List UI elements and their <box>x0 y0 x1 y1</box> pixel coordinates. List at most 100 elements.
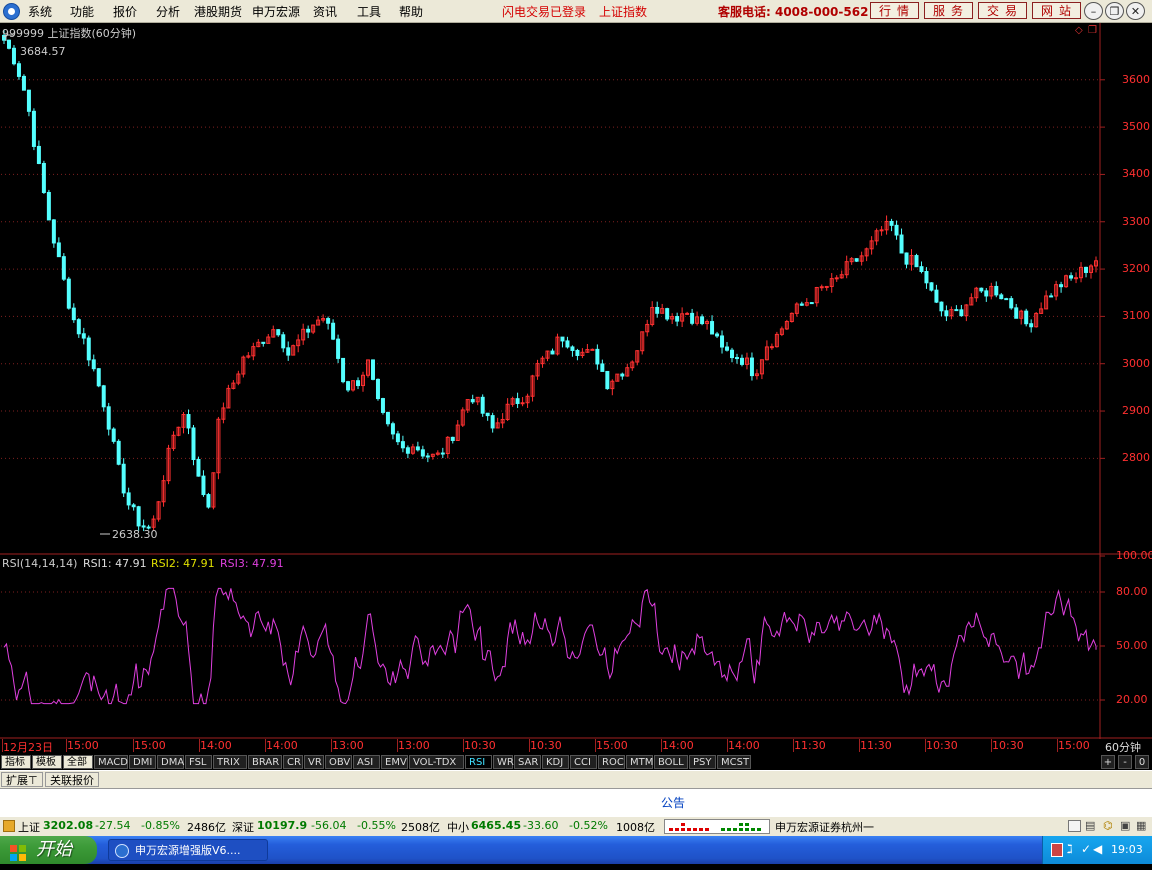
candle-body <box>560 336 565 342</box>
settings-icon[interactable]: ▦ <box>1136 819 1146 832</box>
status-menu-icon[interactable] <box>3 820 15 832</box>
indicator-tab-指标[interactable]: 指标 <box>1 755 31 769</box>
tab-market[interactable]: 行情 <box>870 2 919 19</box>
sh-change: -27.54 <box>95 819 131 832</box>
tab-website[interactable]: 网站 <box>1032 2 1081 19</box>
candle-body <box>819 286 824 289</box>
indicator-tab-cci[interactable]: CCI <box>570 755 597 769</box>
indicator-tab-obv[interactable]: OBV <box>325 755 352 769</box>
minimize-icon[interactable]: – <box>1084 2 1103 20</box>
close-icon[interactable]: ✕ <box>1126 2 1145 20</box>
indicator-tab-mcst[interactable]: MCST <box>717 755 751 769</box>
indicator-tab-rsi[interactable]: RSI <box>465 755 492 769</box>
candle-body <box>959 309 964 317</box>
candle-body <box>730 349 734 359</box>
period-label[interactable]: 60分钟 <box>1105 739 1141 755</box>
candle-body <box>141 525 146 528</box>
candle-body <box>470 399 475 403</box>
time-tick-label: 12月23日 <box>3 741 53 754</box>
menu-hk-futures[interactable]: 港股期货 <box>194 3 242 20</box>
tab-service[interactable]: 服务 <box>924 2 973 19</box>
candle-body <box>51 219 56 244</box>
ext-tab-related-quotes[interactable]: 关联报价 <box>45 772 99 787</box>
indicator-tab-cr[interactable]: CR <box>283 755 303 769</box>
window-icon[interactable] <box>1068 820 1081 832</box>
tray-network-icon[interactable]: ℷ <box>1067 842 1073 856</box>
reset-button[interactable]: 0 <box>1135 755 1149 769</box>
start-button[interactable]: 开始 <box>0 836 97 864</box>
indicator-tab-boll[interactable]: BOLL <box>654 755 688 769</box>
indicator-tab-asi[interactable]: ASI <box>353 755 380 769</box>
login-status: 闪电交易已登录 <box>502 5 587 19</box>
zx-name: 中小 <box>447 821 469 834</box>
candle-body <box>590 348 595 351</box>
diamond-icon[interactable]: ◇ <box>1075 25 1083 36</box>
candle-body <box>21 75 26 91</box>
indicator-tab-模板[interactable]: 模板 <box>32 755 62 769</box>
tray-security-icon[interactable]: ✓ <box>1081 842 1091 856</box>
indicator-tab-wr[interactable]: WR <box>493 755 514 769</box>
window-toggle-icon[interactable]: ❐ <box>1088 25 1097 36</box>
signal-icon[interactable]: ⌬ <box>1103 819 1113 832</box>
chat-icon[interactable]: ▤ <box>1085 819 1095 832</box>
candle-body <box>824 285 829 288</box>
menu-analysis[interactable]: 分析 <box>156 3 180 20</box>
indicator-tab-vol-tdx[interactable]: VOL-TDX <box>409 755 464 769</box>
menu-quote[interactable]: 报价 <box>113 3 137 20</box>
ext-tab-expand[interactable]: 扩展⊤ <box>1 772 43 787</box>
candle-body <box>690 312 695 324</box>
indicator-tab-dmi[interactable]: DMI <box>129 755 156 769</box>
menu-system[interactable]: 系统 <box>28 3 52 20</box>
tab-trade[interactable]: 交易 <box>978 2 1027 19</box>
indicator-tab-vr[interactable]: VR <box>304 755 324 769</box>
indicator-tab-trix[interactable]: TRIX <box>213 755 247 769</box>
indicator-tab-dma[interactable]: DMA <box>157 755 184 769</box>
candle-body <box>131 504 136 508</box>
indicator-tab-全部[interactable]: 全部 <box>63 755 93 769</box>
menu-help[interactable]: 帮助 <box>399 3 423 20</box>
app-logo-icon[interactable] <box>3 3 20 20</box>
time-tick <box>1057 739 1058 752</box>
rsi2-label: RSI2: 47.91 <box>151 557 215 570</box>
kline-chart[interactable] <box>0 23 1152 739</box>
time-tick <box>66 739 67 752</box>
indicator-tab-brar[interactable]: BRAR <box>248 755 282 769</box>
time-tick-label: 10:30 <box>992 739 1024 752</box>
menu-info[interactable]: 资讯 <box>313 3 337 20</box>
time-tick-label: 10:30 <box>530 739 562 752</box>
tray-app-icon[interactable] <box>1051 843 1063 857</box>
menu-tools[interactable]: 工具 <box>357 3 381 20</box>
candle-body <box>56 242 61 258</box>
time-tick <box>2 739 3 752</box>
zoom-in-button[interactable]: + <box>1101 755 1115 769</box>
indicator-tab-emv[interactable]: EMV <box>381 755 408 769</box>
price-tick-label: 3500 <box>1122 120 1150 134</box>
restore-icon[interactable]: ❐ <box>1105 2 1124 20</box>
menu-shenwan[interactable]: 申万宏源 <box>252 3 300 20</box>
tray-volume-icon[interactable]: ◀ <box>1093 842 1102 856</box>
candle-body <box>1069 275 1074 279</box>
notice-title[interactable]: 公告 <box>661 794 685 811</box>
chart-area[interactable]: 999999 上证指数(60分钟) ◇ ❐ 3684.57 2638.30 36… <box>0 23 1152 739</box>
lock-icon[interactable]: ▣ <box>1120 819 1130 832</box>
zoom-out-button[interactable]: - <box>1118 755 1132 769</box>
indicator-tab-mtm[interactable]: MTM <box>626 755 653 769</box>
candle-body <box>1014 307 1019 319</box>
candle-body <box>919 266 924 273</box>
rsi-tick-label: 50.00 <box>1116 639 1148 652</box>
candle-body <box>41 162 46 193</box>
indicator-tab-sar[interactable]: SAR <box>514 755 541 769</box>
candle-body <box>395 433 400 443</box>
candle-body <box>675 316 680 322</box>
taskbar-app-item[interactable]: 申万宏源增强版V6.... <box>108 839 268 861</box>
candle-body <box>370 359 375 380</box>
indicator-tab-roc[interactable]: ROC <box>598 755 625 769</box>
indicator-tab-fsl[interactable]: FSL <box>185 755 212 769</box>
candle-body <box>196 459 201 477</box>
menu-function[interactable]: 功能 <box>70 3 94 20</box>
indicator-tab-kdj[interactable]: KDJ <box>542 755 569 769</box>
indicator-tab-psy[interactable]: PSY <box>689 755 716 769</box>
indicator-tab-macd[interactable]: MACD <box>94 755 128 769</box>
candle-body <box>1024 310 1029 325</box>
zx-pct: -0.52% <box>569 819 608 832</box>
